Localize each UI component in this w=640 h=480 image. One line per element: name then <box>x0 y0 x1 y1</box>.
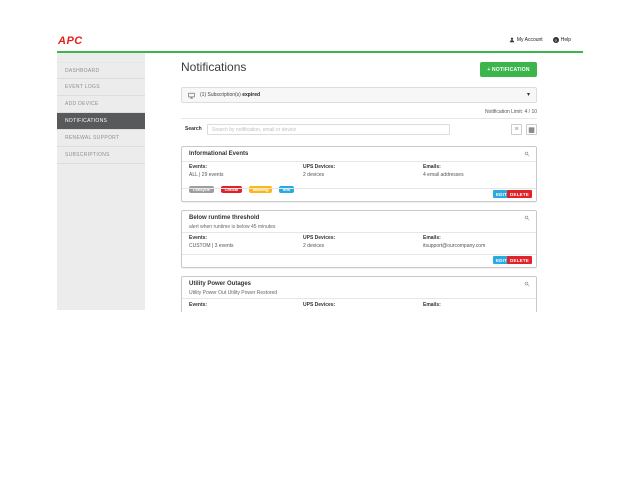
help-icon: ? <box>553 37 559 43</box>
events-label: Events: <box>189 235 234 241</box>
emails-column: Emails: <box>423 302 441 308</box>
devices-value: 2 devices <box>303 243 335 249</box>
chevron-down-icon[interactable]: ▾ <box>527 92 530 98</box>
card-subtitle: Utility Power Out Utility Power Restored <box>189 290 277 296</box>
search-input[interactable] <box>207 124 450 135</box>
device-monitor-icon <box>188 92 200 99</box>
magnifier-icon[interactable] <box>524 281 530 287</box>
top-header: APC My Account ? Help <box>57 30 583 51</box>
notification-card-informational-events: Informational Events Events: ALL | 29 ev… <box>181 146 537 202</box>
notification-card-utility-power-outages: Utility Power Outages Utility Power Out … <box>181 276 537 312</box>
devices-label: UPS Devices: <box>303 235 335 241</box>
app-window: APC My Account ? Help DASHBOARD EVENT LO… <box>57 30 583 312</box>
my-account-label: My Account <box>517 37 543 43</box>
list-view-icon[interactable]: ≡ <box>511 124 522 135</box>
card-title: Utility Power Outages <box>189 281 251 287</box>
card-title-divider <box>182 232 536 233</box>
card-title-divider <box>182 161 536 162</box>
card-title: Informational Events <box>189 151 248 157</box>
card-subtitle: alert when runtime is below 45 minutes <box>189 224 275 230</box>
notification-limit: Notification Limit: 4 / 10 <box>181 109 537 115</box>
help-link[interactable]: ? Help <box>553 37 571 43</box>
search-bar: Search ≡ ▦ <box>181 122 537 138</box>
delete-button[interactable]: DELETE <box>507 256 532 264</box>
devices-label: UPS Devices: <box>303 164 335 170</box>
emails-value: 4 email addresses <box>423 172 464 178</box>
events-column: Events: ALL | 29 events <box>189 164 223 178</box>
page-title: Notifications <box>181 60 246 74</box>
add-notification-button[interactable]: + NOTIFICATION <box>480 62 537 77</box>
events-column: Events: <box>189 302 207 308</box>
devices-column: UPS Devices: 2 devices <box>303 235 335 249</box>
emails-column: Emails: itsupport@ourcompany.com <box>423 235 485 249</box>
card-footer-divider <box>182 254 536 255</box>
emails-label: Emails: <box>423 164 464 170</box>
emails-column: Emails: 4 email addresses <box>423 164 464 178</box>
delete-button[interactable]: DELETE <box>507 190 532 198</box>
card-title-divider <box>182 298 536 299</box>
my-account-link[interactable]: My Account <box>509 37 543 43</box>
emails-label: Emails: <box>423 302 441 308</box>
sidebar-item-renewal-support[interactable]: RENEWAL SUPPORT <box>57 130 145 147</box>
sidebar-item-dashboard[interactable]: DASHBOARD <box>57 62 145 79</box>
sidebar: DASHBOARD EVENT LOGS ADD DEVICE NOTIFICA… <box>57 53 145 310</box>
sidebar-item-notifications[interactable]: NOTIFICATIONS <box>57 113 145 130</box>
grid-view-icon[interactable]: ▦ <box>526 124 537 135</box>
search-label: Search <box>185 126 202 132</box>
events-column: Events: CUSTOM | 3 events <box>189 235 234 249</box>
card-title: Below runtime threshold <box>189 215 259 221</box>
emails-value: itsupport@ourcompany.com <box>423 243 485 249</box>
header-links: My Account ? Help <box>509 37 571 43</box>
devices-column: UPS Devices: <box>303 302 335 308</box>
devices-column: UPS Devices: 2 devices <box>303 164 335 178</box>
events-label: Events: <box>189 164 223 170</box>
sidebar-item-subscriptions[interactable]: SUBSCRIPTIONS <box>57 147 145 164</box>
severity-badges: Lifecycle Critical Warning Info <box>189 178 296 196</box>
banner-text: (1) Subscription(s) expired <box>200 92 260 98</box>
magnifier-icon[interactable] <box>524 215 530 221</box>
apc-logo: APC <box>58 35 83 47</box>
events-label: Events: <box>189 302 207 308</box>
sidebar-item-event-logs[interactable]: EVENT LOGS <box>57 79 145 96</box>
events-value: CUSTOM | 3 events <box>189 243 234 249</box>
sidebar-item-add-device[interactable]: ADD DEVICE <box>57 96 145 113</box>
devices-value: 2 devices <box>303 172 335 178</box>
person-icon <box>509 37 515 43</box>
magnifier-icon[interactable] <box>524 151 530 157</box>
content-divider <box>181 118 537 119</box>
notification-card-below-runtime-threshold: Below runtime threshold alert when runti… <box>181 210 537 268</box>
help-label: Help <box>561 37 571 43</box>
card-footer-divider <box>182 188 536 189</box>
emails-label: Emails: <box>423 235 485 241</box>
subscription-expired-banner[interactable]: (1) Subscription(s) expired ▾ <box>181 87 537 103</box>
devices-label: UPS Devices: <box>303 302 335 308</box>
